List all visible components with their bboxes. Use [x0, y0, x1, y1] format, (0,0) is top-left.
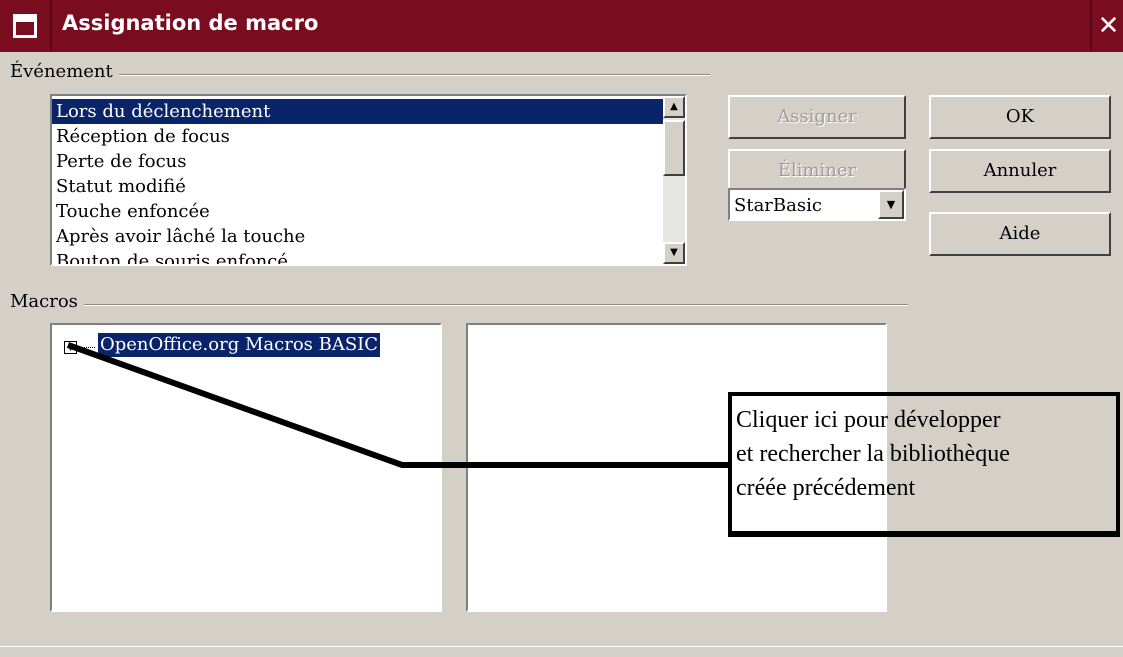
callout-line-2: et rechercher la bibliothèque: [736, 441, 1010, 467]
callout-pointer-line: [66, 342, 732, 468]
dialog-bottom-edge: [0, 646, 1123, 657]
macro-assignment-dialog: Assignation de macro ✕ Événement Lors du…: [0, 0, 1123, 657]
callout-box: Cliquer ici pour développer et recherche…: [728, 392, 1120, 537]
callout-line-3: créée précédement: [736, 475, 916, 501]
callout-line-1: Cliquer ici pour développer: [736, 407, 1001, 433]
